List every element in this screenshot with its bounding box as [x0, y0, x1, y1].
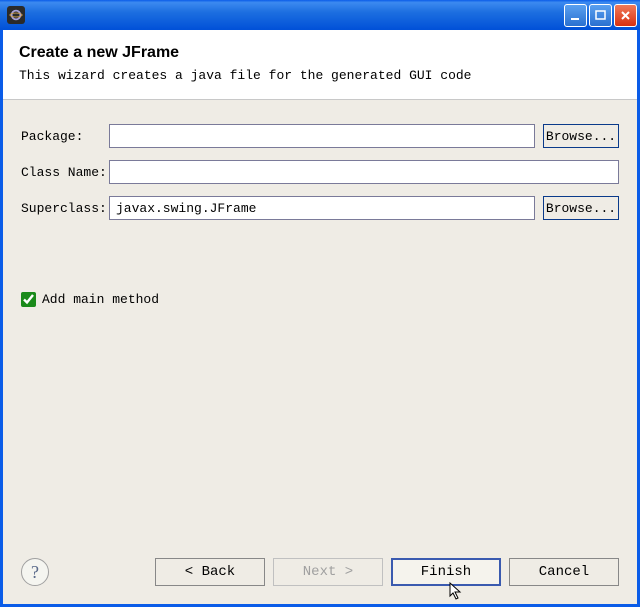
package-row: Package: Browse...: [21, 124, 619, 148]
superclass-input[interactable]: [109, 196, 535, 220]
classname-row: Class Name:: [21, 160, 619, 184]
help-button[interactable]: ?: [21, 558, 49, 586]
button-bar: ? < Back Next > Finish Cancel: [21, 558, 619, 586]
package-input[interactable]: [109, 124, 535, 148]
add-main-checkbox[interactable]: [21, 292, 36, 307]
add-main-row: Add main method: [21, 292, 619, 307]
cancel-button[interactable]: Cancel: [509, 558, 619, 586]
add-main-label: Add main method: [42, 292, 159, 307]
close-button[interactable]: [614, 4, 637, 27]
maximize-button[interactable]: [589, 4, 612, 27]
minimize-button[interactable]: [564, 4, 587, 27]
finish-button[interactable]: Finish: [391, 558, 501, 586]
wizard-description: This wizard creates a java file for the …: [19, 68, 621, 83]
superclass-row: Superclass: Browse...: [21, 196, 619, 220]
classname-label: Class Name:: [21, 165, 109, 180]
window-titlebar: [0, 0, 640, 30]
superclass-browse-button[interactable]: Browse...: [543, 196, 619, 220]
eclipse-icon: [7, 6, 25, 24]
classname-input[interactable]: [109, 160, 619, 184]
form-area: Package: Browse... Class Name: Superclas…: [3, 100, 637, 604]
back-button[interactable]: < Back: [155, 558, 265, 586]
next-button: Next >: [273, 558, 383, 586]
wizard-title: Create a new JFrame: [19, 44, 621, 62]
superclass-label: Superclass:: [21, 201, 109, 216]
package-browse-button[interactable]: Browse...: [543, 124, 619, 148]
package-label: Package:: [21, 129, 109, 144]
window-body: Create a new JFrame This wizard creates …: [0, 30, 640, 607]
wizard-header: Create a new JFrame This wizard creates …: [3, 30, 637, 100]
